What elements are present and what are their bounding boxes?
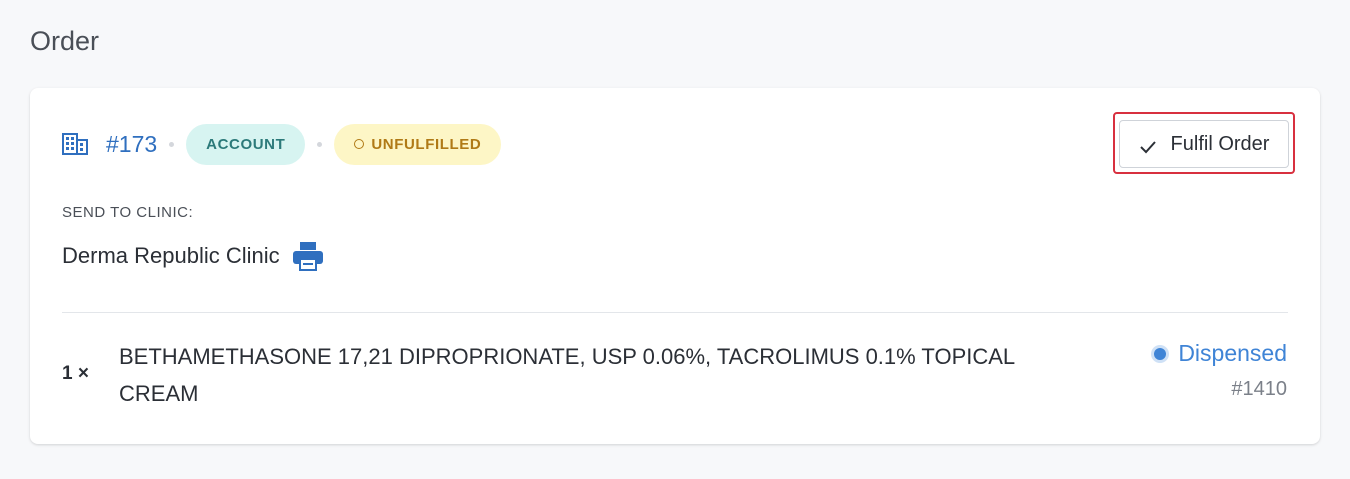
page-title: Order: [30, 26, 100, 56]
separator-dot: [317, 141, 323, 147]
order-number[interactable]: #173: [106, 131, 157, 158]
item-reference: #1410: [1231, 378, 1287, 400]
fulfil-order-label: Fulfil Order: [1170, 132, 1270, 155]
item-quantity: 1 ×: [62, 363, 89, 384]
circle-outline-icon: [354, 139, 365, 149]
order-card: #173 ACCOUNT UNFULFILLED Fulfil Order SE…: [30, 88, 1320, 444]
building-icon: [62, 132, 88, 156]
account-badge-label: ACCOUNT: [206, 135, 286, 153]
item-name: BETHAMETHASONE 17,21 DIPROPRIONATE, USP …: [119, 344, 1015, 406]
fulfil-order-button[interactable]: Fulfil Order: [1119, 120, 1289, 168]
status-label: Dispensed: [1178, 340, 1287, 366]
send-to-label: SEND TO CLINIC:: [62, 204, 194, 221]
check-icon: [1139, 137, 1157, 154]
divider: [62, 312, 1288, 313]
printer-icon[interactable]: [292, 241, 324, 271]
clinic-name: Derma Republic Clinic: [62, 243, 280, 268]
account-badge: ACCOUNT: [186, 123, 306, 165]
clinic-row: Derma Republic Clinic: [62, 238, 324, 274]
radio-dot-icon: [1154, 347, 1167, 360]
separator-dot: [169, 141, 175, 147]
unfulfilled-badge: UNFULFILLED: [334, 123, 502, 165]
order-header: #173 ACCOUNT UNFULFILLED: [62, 123, 502, 165]
unfulfilled-badge-label: UNFULFILLED: [371, 135, 482, 153]
item-status: Dispensed: [1154, 340, 1287, 367]
